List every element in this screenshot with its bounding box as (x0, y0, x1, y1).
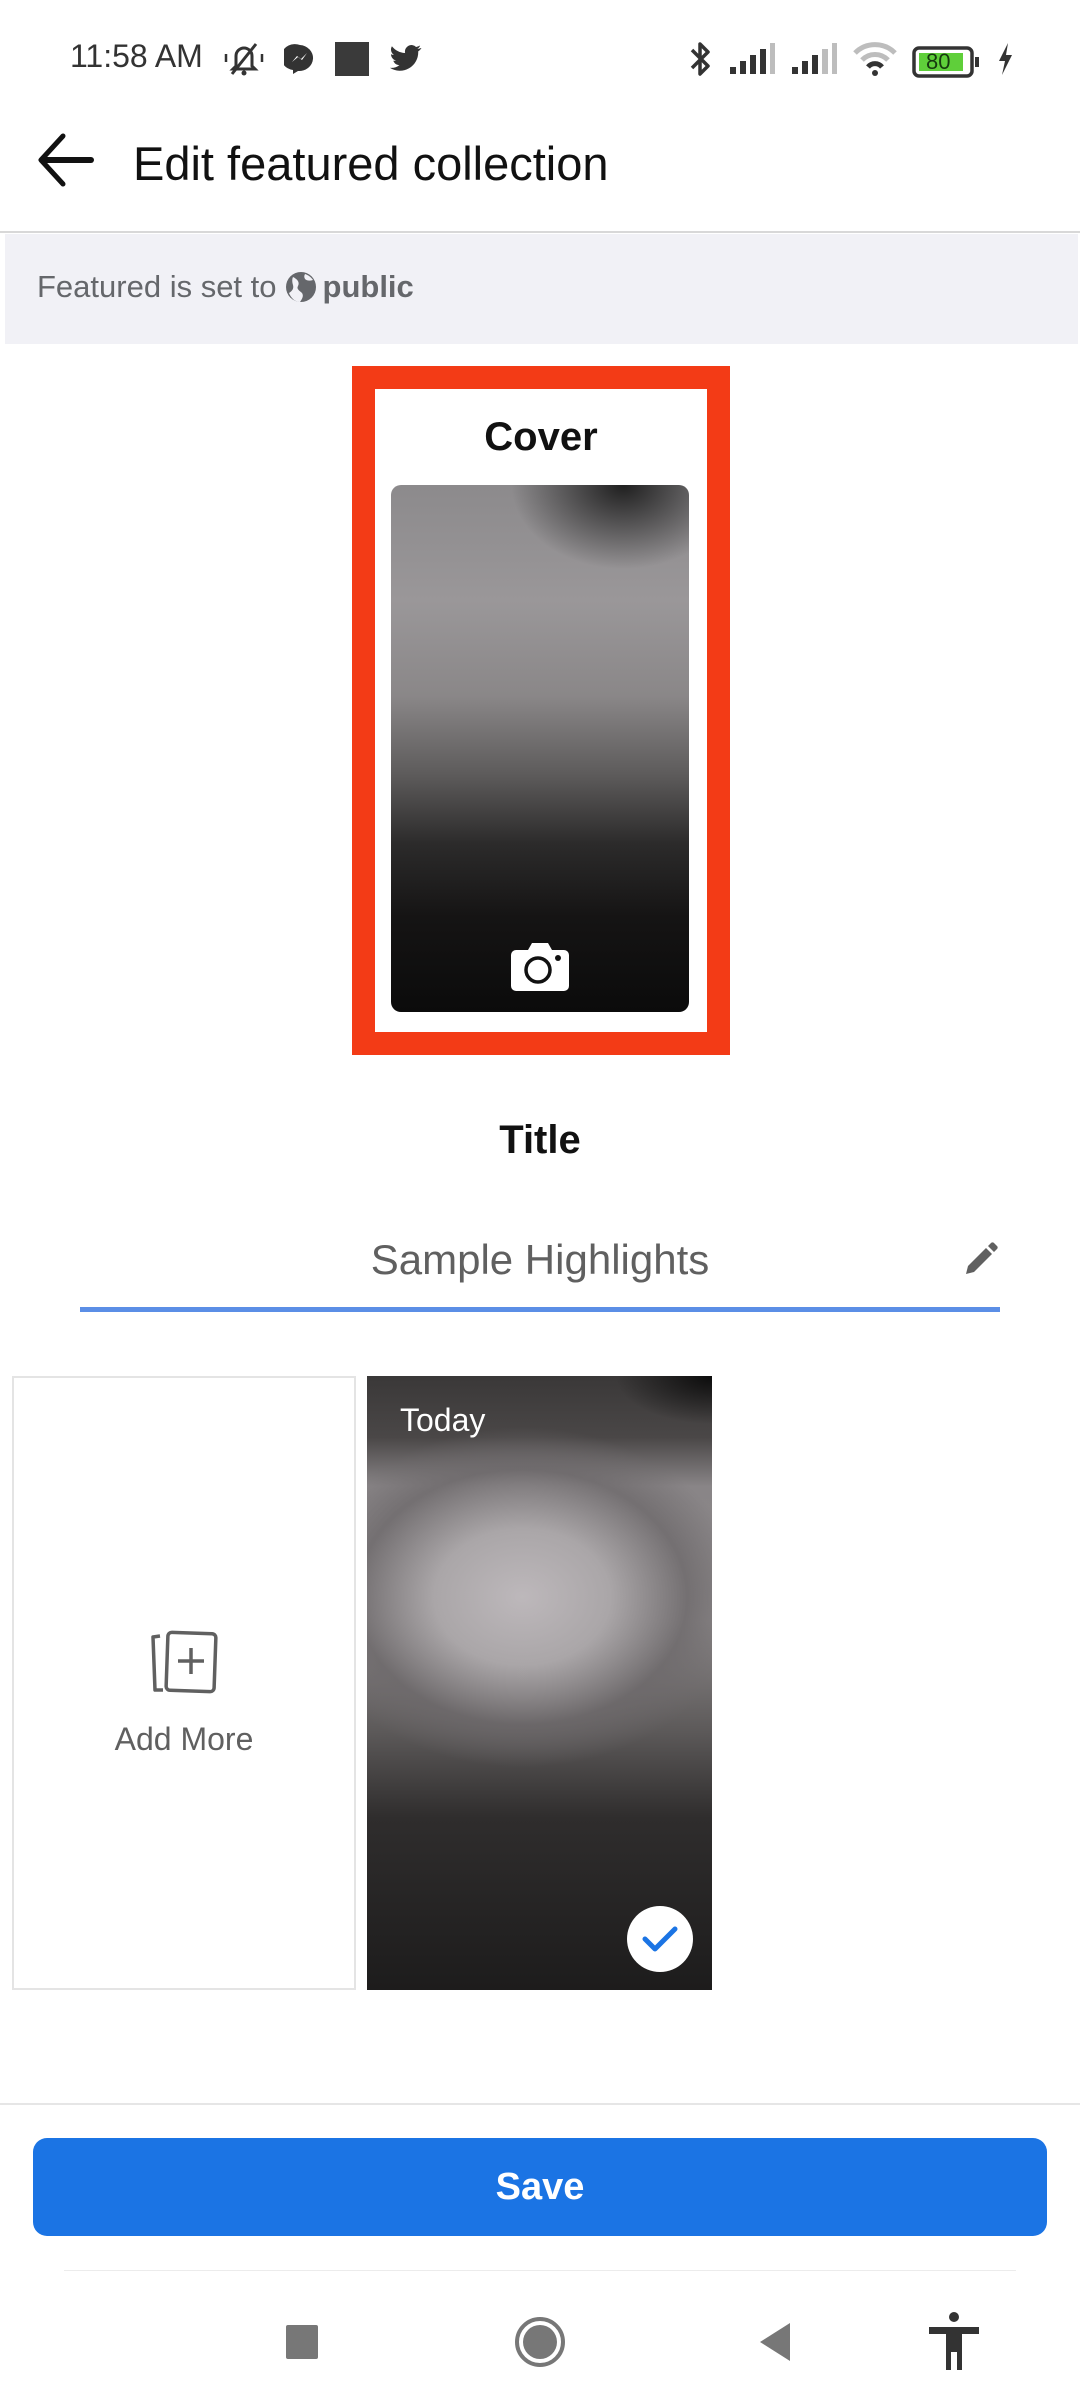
arrow-left-icon (38, 133, 94, 187)
recents-icon (286, 2325, 318, 2359)
add-more-label: Add More (114, 1721, 254, 1757)
title-underline (80, 1307, 1000, 1312)
footer-divider (0, 2103, 1080, 2105)
banner-prefix: Featured is set to (37, 269, 277, 304)
pencil-icon (966, 1242, 998, 1274)
accessibility-button[interactable] (924, 2312, 984, 2372)
save-button[interactable]: Save (33, 2138, 1047, 2236)
twitter-icon (388, 44, 422, 79)
accessibility-icon (929, 2312, 979, 2370)
selected-badge[interactable] (627, 1906, 693, 1972)
system-nav-bar (0, 2290, 1080, 2400)
battery-icon: 80 (912, 45, 982, 79)
story-date: Today (400, 1402, 486, 1438)
back-nav-button[interactable] (745, 2312, 805, 2372)
edit-title-button[interactable] (960, 1240, 1000, 1280)
nav-divider (64, 2270, 1016, 2271)
battery-level: 80 (926, 48, 951, 74)
cover-image[interactable] (391, 485, 689, 1012)
privacy-banner: Featured is set to public (5, 234, 1078, 344)
charging-icon (996, 42, 1014, 81)
back-icon (760, 2323, 790, 2361)
privacy-value: public (322, 269, 414, 304)
status-bar: 11:58 AM 80 (0, 0, 1080, 100)
title-field (80, 1220, 1000, 1312)
signal-1-icon (728, 43, 776, 80)
cover-section: Cover (352, 366, 730, 1055)
app-header: Edit featured collection (0, 100, 1080, 233)
add-more-tile[interactable]: Add More (12, 1376, 356, 1990)
wifi-icon (852, 42, 898, 81)
globe-icon (285, 271, 317, 303)
title-label: Title (499, 1118, 581, 1162)
home-icon (515, 2317, 565, 2367)
title-input[interactable] (140, 1220, 940, 1300)
notifications-muted-icon (222, 40, 266, 83)
camera-icon (511, 943, 569, 991)
status-time: 11:58 AM (70, 38, 203, 74)
home-button[interactable] (510, 2312, 570, 2372)
bluetooth-icon (688, 40, 714, 83)
cover-label: Cover (484, 415, 598, 459)
story-tile[interactable]: Today (367, 1376, 712, 1990)
recents-button[interactable] (272, 2312, 332, 2372)
change-cover-button[interactable] (510, 940, 570, 992)
back-button[interactable] (34, 128, 98, 192)
page-title: Edit featured collection (133, 137, 609, 190)
messenger-icon (280, 43, 316, 80)
square-app-icon (334, 41, 370, 82)
signal-2-icon (790, 43, 838, 80)
add-cards-icon (151, 1630, 218, 1694)
check-icon (642, 1926, 678, 1952)
